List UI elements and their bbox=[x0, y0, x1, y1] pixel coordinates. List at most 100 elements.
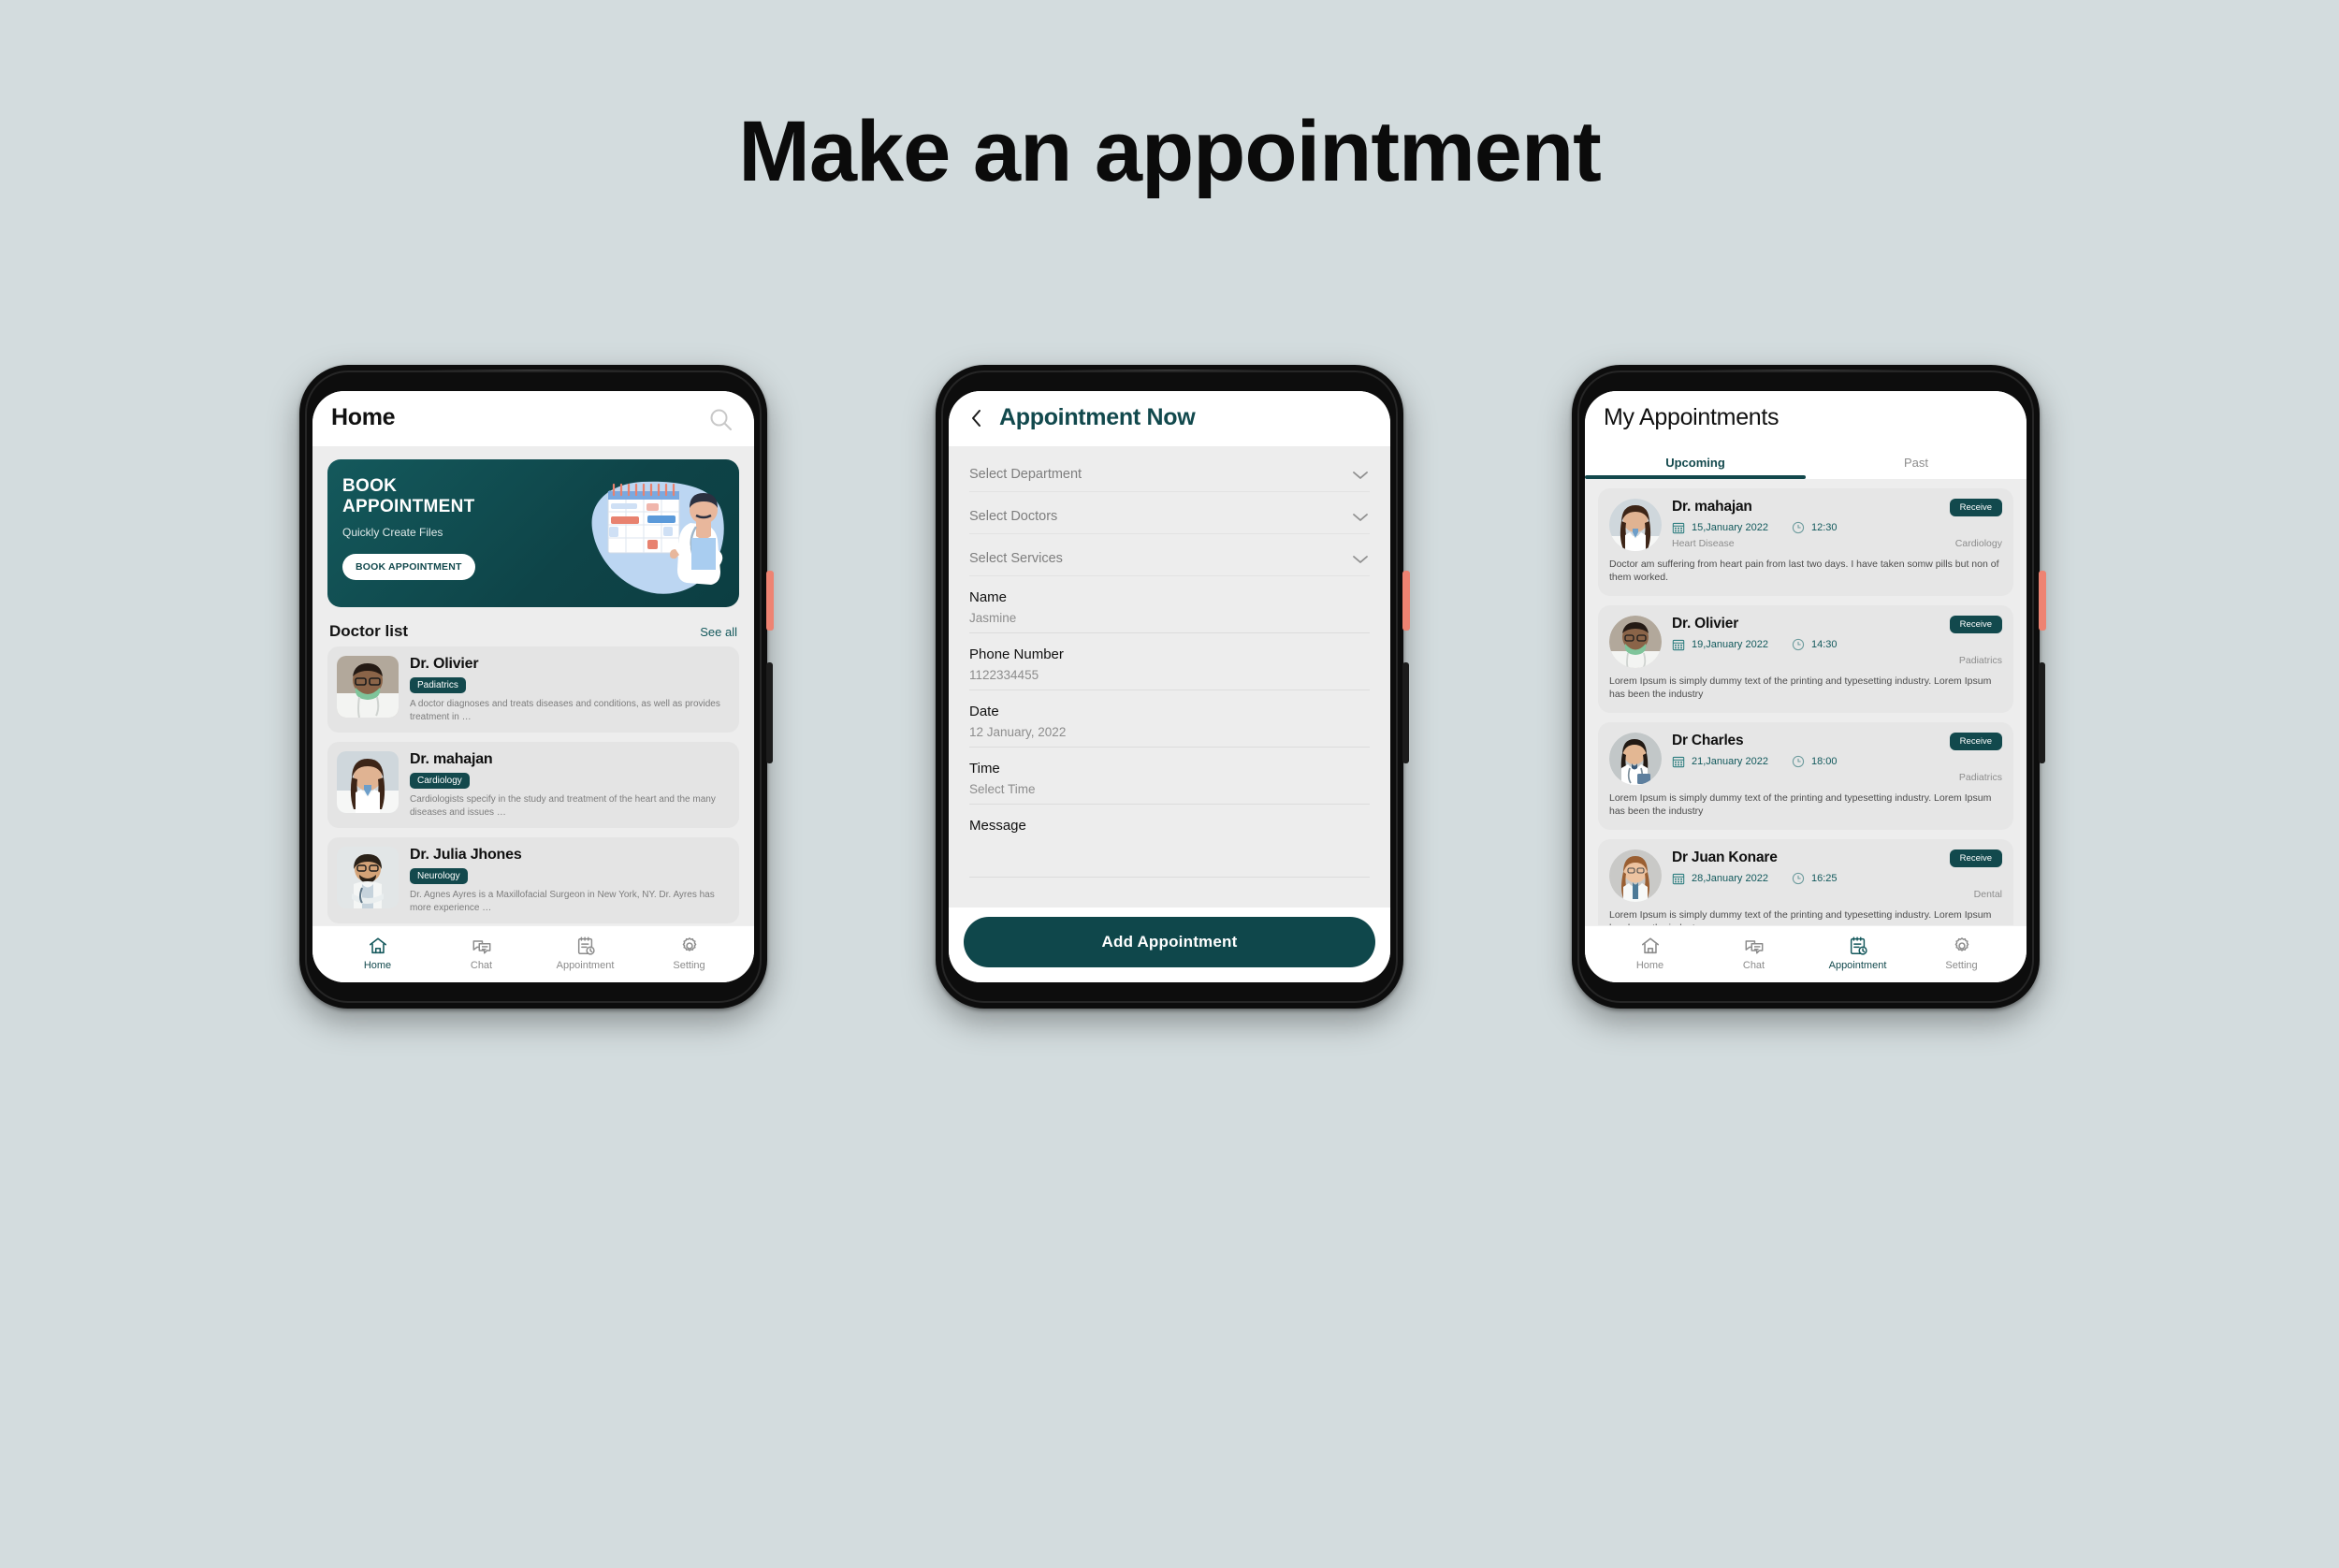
appointment-time: 16:25 bbox=[1810, 872, 1838, 884]
appointment-card[interactable]: Dr. Olivier Receive 19,January 2022 14:3… bbox=[1598, 604, 2013, 713]
appointment-time: 12:30 bbox=[1810, 522, 1838, 533]
book-appointment-banner[interactable]: BOOK APPOINTMENT Quickly Create Files BO… bbox=[327, 459, 739, 607]
home-icon bbox=[369, 937, 386, 954]
doctor-name: Dr. Julia Jhones bbox=[410, 847, 522, 863]
doctor-avatar bbox=[1609, 499, 1662, 551]
cta-container: Add Appointment bbox=[949, 907, 1390, 982]
select-department-label: Select Department bbox=[969, 467, 1082, 482]
appointment-note: Lorem Ipsum is simply dummy text of the … bbox=[1609, 791, 1992, 818]
doctor-name: Dr. Olivier bbox=[410, 656, 479, 672]
nav-label: Chat bbox=[470, 960, 493, 971]
nav-item-setting[interactable]: Setting bbox=[1910, 936, 2013, 971]
appointment-date: 15,January 2022 bbox=[1692, 522, 1768, 533]
phone-value: 1122334455 bbox=[969, 668, 1039, 682]
doctor-name: Dr. mahajan bbox=[410, 751, 493, 767]
date-label: Date bbox=[969, 704, 999, 719]
calendar-icon bbox=[1672, 522, 1685, 534]
nav-item-setting[interactable]: Setting bbox=[637, 936, 741, 971]
banner-book-button[interactable]: BOOK APPOINTMENT bbox=[342, 553, 475, 580]
volume-button[interactable] bbox=[1402, 662, 1409, 763]
tab-upcoming[interactable]: Upcoming bbox=[1585, 444, 1806, 479]
status-badge[interactable]: Receive bbox=[1949, 499, 2002, 516]
appointment-sub: Dental bbox=[1672, 889, 2002, 900]
doctor-name: Dr. mahajan bbox=[1672, 499, 1752, 515]
doctor-avatar bbox=[1609, 732, 1662, 785]
appointment-appbar: Appointment Now bbox=[949, 391, 1390, 446]
date-field[interactable]: Date 12 January, 2022 bbox=[969, 690, 1370, 748]
tab-past[interactable]: Past bbox=[1806, 444, 2027, 479]
banner-heading-line1: BOOK bbox=[342, 476, 398, 496]
home-icon bbox=[1641, 937, 1659, 954]
nav-item-home[interactable]: Home bbox=[1598, 936, 1702, 971]
power-button[interactable] bbox=[2039, 571, 2046, 631]
volume-button[interactable] bbox=[766, 662, 773, 763]
doctor-calendar-illustration bbox=[591, 481, 724, 594]
nav-label: Home bbox=[1635, 960, 1664, 971]
bottom-navigation: Home Chat Appointment Setting bbox=[312, 925, 754, 982]
nav-item-appointment[interactable]: Appointment bbox=[533, 936, 637, 971]
appointment-department: Padiatrics bbox=[1958, 771, 2002, 783]
message-field[interactable]: Message bbox=[969, 805, 1370, 878]
calendar-icon bbox=[1672, 756, 1685, 768]
appointment-meta: 21,January 2022 18:00 bbox=[1672, 755, 2002, 768]
chevron-down-icon bbox=[1351, 511, 1370, 529]
doctor-specialty-chip: Padiatrics bbox=[410, 677, 466, 693]
select-doctors-label: Select Doctors bbox=[969, 509, 1058, 524]
select-services[interactable]: Select Services bbox=[969, 534, 1370, 576]
volume-button[interactable] bbox=[2039, 662, 2045, 763]
screen-home: Home BOOK APPOINTMENT Quickly Create Fil… bbox=[312, 391, 754, 982]
appointment-card[interactable]: Dr Juan Konare Receive 28,January 2022 1… bbox=[1598, 838, 2013, 925]
doctor-card[interactable]: Dr. Olivier Padiatrics A doctor diagnose… bbox=[327, 646, 739, 733]
clock-icon bbox=[1792, 755, 1805, 768]
time-field[interactable]: Time Select Time bbox=[969, 748, 1370, 805]
phone-field[interactable]: Phone Number 1122334455 bbox=[969, 633, 1370, 690]
nav-item-appointment[interactable]: Appointment bbox=[1806, 936, 1910, 971]
doctor-name: Dr. Olivier bbox=[1672, 615, 1739, 632]
select-department[interactable]: Select Department bbox=[969, 450, 1370, 492]
name-field[interactable]: Name Jasmine bbox=[969, 576, 1370, 633]
appointment-meta: 28,January 2022 16:25 bbox=[1672, 872, 2002, 885]
appointment-sub: Heart Disease Cardiology bbox=[1672, 538, 2002, 549]
appointment-department: Cardiology bbox=[1954, 538, 2002, 549]
chevron-left-icon[interactable] bbox=[967, 407, 986, 429]
time-value: Select Time bbox=[969, 782, 1036, 796]
status-badge[interactable]: Receive bbox=[1949, 849, 2002, 867]
doctor-name: Dr Juan Konare bbox=[1672, 849, 1778, 865]
select-services-label: Select Services bbox=[969, 551, 1063, 566]
doctor-card[interactable]: Dr. mahajan Cardiology Cardiologists spe… bbox=[327, 742, 739, 828]
appointment-form: Select Department Select Doctors Select … bbox=[949, 446, 1390, 878]
home-title: Home bbox=[331, 404, 396, 430]
nav-label: Setting bbox=[673, 960, 705, 971]
appointments-tabs: Upcoming Past bbox=[1585, 444, 2027, 479]
appointment-card[interactable]: Dr Charles Receive 21,January 2022 18:00 bbox=[1598, 721, 2013, 830]
doctor-avatar bbox=[1609, 849, 1662, 902]
appointment-note: Lorem Ipsum is simply dummy text of the … bbox=[1609, 675, 1992, 701]
chevron-down-icon bbox=[1351, 469, 1370, 486]
doctor-card[interactable]: Dr. Julia Jhones Neurology Dr. Agnes Ayr… bbox=[327, 837, 739, 923]
search-icon[interactable] bbox=[707, 406, 735, 439]
appointment-date: 21,January 2022 bbox=[1692, 755, 1768, 767]
clock-icon bbox=[1792, 638, 1805, 651]
see-all-link[interactable]: See all bbox=[700, 625, 737, 639]
appointment-department: Padiatrics bbox=[1958, 654, 2002, 666]
nav-item-chat[interactable]: Chat bbox=[1702, 936, 1806, 971]
appointment-date: 19,January 2022 bbox=[1692, 638, 1768, 650]
status-badge[interactable]: Receive bbox=[1949, 732, 2002, 750]
doctor-list-header: Doctor list See all bbox=[312, 607, 754, 646]
appointment-meta: 15,January 2022 12:30 bbox=[1672, 521, 2002, 534]
select-doctors[interactable]: Select Doctors bbox=[969, 492, 1370, 534]
nav-item-home[interactable]: Home bbox=[326, 936, 429, 971]
banner-heading-line2: APPOINTMENT bbox=[342, 497, 475, 517]
phone-mockup-appointment-form: Appointment Now Select Department Select… bbox=[936, 365, 1410, 1009]
add-appointment-button[interactable]: Add Appointment bbox=[964, 917, 1375, 967]
name-value: Jasmine bbox=[969, 611, 1017, 625]
my-appointments-title: My Appointments bbox=[1604, 404, 1780, 430]
doctor-list: Dr. Olivier Padiatrics A doctor diagnose… bbox=[312, 646, 754, 925]
nav-item-chat[interactable]: Chat bbox=[429, 936, 533, 971]
status-badge[interactable]: Receive bbox=[1949, 615, 2002, 633]
appointment-card[interactable]: Dr. mahajan Receive 15,January 2022 12:3… bbox=[1598, 488, 2013, 596]
gear-icon bbox=[682, 937, 696, 951]
power-button[interactable] bbox=[766, 571, 774, 631]
power-button[interactable] bbox=[1402, 571, 1410, 631]
nav-label: Appointment bbox=[556, 960, 615, 971]
